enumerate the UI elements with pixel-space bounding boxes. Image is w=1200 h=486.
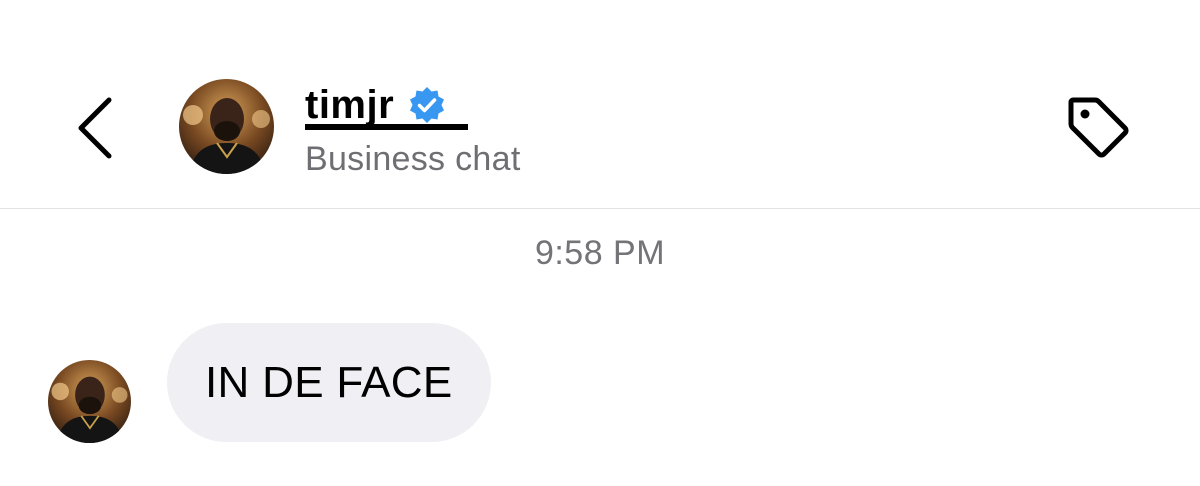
profile-photo [179,79,274,174]
verified-badge-icon [410,87,445,123]
message-text: IN DE FACE [205,357,453,407]
chat-subtitle: Business chat [305,140,521,178]
sender-avatar[interactable] [48,360,131,443]
message-bubble[interactable]: IN DE FACE [167,323,491,442]
tag-button[interactable] [1058,88,1138,166]
name-underline [305,124,468,130]
back-button[interactable] [64,88,126,168]
chat-header: timjr Business chat [0,0,1200,209]
profile-photo [48,360,131,443]
chevron-left-icon [78,97,112,159]
message-timestamp: 9:58 PM [534,234,666,272]
username[interactable]: timjr [305,83,394,128]
tag-icon [1068,97,1129,158]
avatar[interactable] [179,79,274,174]
contact-name-row[interactable]: timjr [305,80,448,130]
